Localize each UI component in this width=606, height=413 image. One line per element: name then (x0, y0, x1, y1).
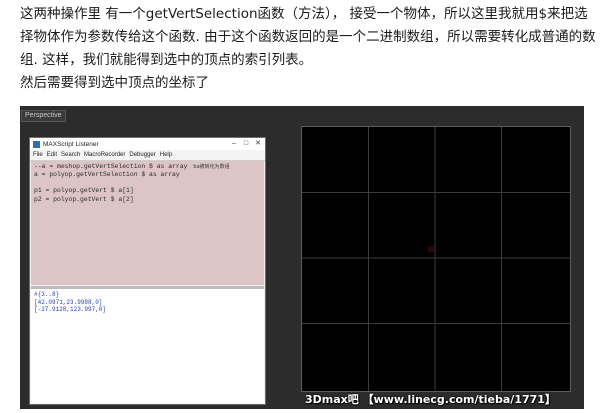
menu-edit[interactable]: Edit (47, 152, 57, 158)
inline-note: ba被转化为数组 (193, 164, 230, 170)
watermark: 3Dmax吧 【www.linecg.com/tieba/1771】 (305, 393, 556, 406)
menu-help[interactable]: Help (160, 152, 172, 158)
output-line: #{3..8} (34, 291, 60, 298)
listener-menu-bar: File Edit Search MacroRecorder Debugger … (30, 150, 265, 161)
maximize-icon[interactable]: □ (241, 139, 251, 148)
code-line: a = polyop.getVertSelection $ as array (34, 171, 180, 179)
maxscript-listener-window[interactable]: MAXScript Listener – □ ✕ File Edit Searc… (29, 137, 266, 405)
viewport-grid (302, 127, 570, 391)
macro-recorder-pane[interactable]: --a = meshop.getVertSelection $ as array… (31, 161, 264, 285)
article-text: 这两种操作里 有一个getVertSelection函数（方法）， 接受一个物体… (20, 3, 600, 95)
menu-search[interactable]: Search (61, 152, 80, 158)
window-controls: – □ ✕ (229, 139, 263, 148)
close-icon[interactable]: ✕ (253, 139, 263, 148)
3d-viewport[interactable] (301, 126, 571, 392)
viewport-corner-label[interactable]: Perspective (21, 110, 66, 122)
listener-title-bar[interactable]: MAXScript Listener – □ ✕ (30, 138, 265, 150)
listener-title: MAXScript Listener (43, 140, 99, 148)
code-line: --a = meshop.getVertSelection $ as array… (34, 163, 230, 170)
code-line: p1 = polyop.getVert $ a[1] (34, 187, 134, 195)
embedded-screenshot: Perspective MAXScript Listener – □ ✕ Fil… (20, 106, 584, 409)
output-line: [42.0971,23.9988,0] (34, 298, 103, 306)
maxscript-app-icon (33, 140, 40, 148)
listener-output-pane[interactable]: #{3..8} [42.0971,23.9988,0] [-27.9128,12… (31, 289, 264, 403)
output-line: [-27.9128,123.997,0] (34, 306, 107, 314)
article-paragraph-1: 这两种操作里 有一个getVertSelection函数（方法）， 接受一个物体… (20, 6, 596, 68)
menu-debugger[interactable]: Debugger (129, 152, 155, 158)
code-line: p2 = polyop.getVert $ a[2] (34, 195, 134, 203)
menu-macrorecorder[interactable]: MacroRecorder (84, 152, 125, 158)
article-paragraph-2: 然后需要得到选中顶点的坐标了 (20, 75, 209, 91)
minimize-icon[interactable]: – (229, 139, 239, 148)
menu-file[interactable]: File (33, 152, 43, 158)
